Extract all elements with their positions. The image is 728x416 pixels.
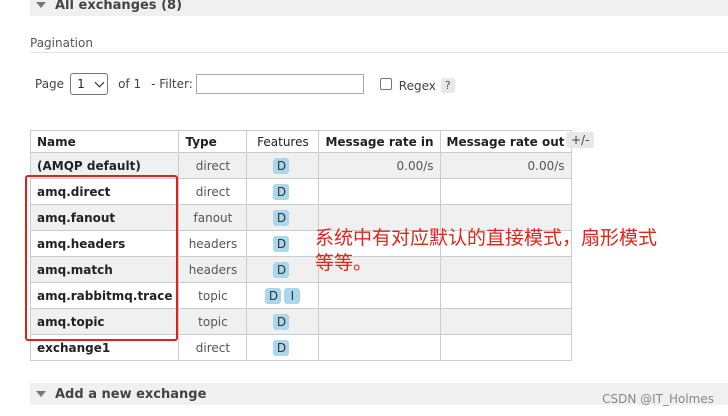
- rate-in: 0.00/s: [318, 152, 441, 179]
- exchange-features: D: [246, 230, 320, 257]
- column-header-features: Features: [246, 130, 320, 153]
- exchange-features: DI: [246, 282, 320, 309]
- exchange-features: D: [246, 308, 320, 335]
- exchange-type: direct: [178, 334, 248, 361]
- rate-in: [318, 308, 441, 335]
- pagination-controls: Page 1 of 1 - Filter: Regex ?: [35, 72, 455, 96]
- internal-badge: I: [284, 287, 301, 304]
- durable-badge: D: [273, 209, 290, 226]
- column-header-type[interactable]: Type: [178, 130, 248, 153]
- annotation-text: 系统中有对应默认的直接模式，扇形模式 等等。: [315, 226, 715, 276]
- all-exchanges-header[interactable]: All exchanges (8): [30, 0, 728, 16]
- column-header-rate-out[interactable]: Message rate out: [439, 130, 572, 153]
- durable-badge: D: [273, 313, 290, 330]
- rate-in: [318, 282, 441, 309]
- exchange-type: headers: [178, 230, 248, 257]
- rate-in: [318, 334, 441, 361]
- exchange-type: direct: [178, 152, 248, 179]
- exchange-type: topic: [178, 308, 248, 335]
- exchange-features: D: [246, 256, 320, 283]
- pagination-divider: [30, 52, 728, 53]
- rate-out: [439, 282, 572, 309]
- column-header-name[interactable]: Name: [29, 130, 180, 153]
- collapse-triangle-icon: [36, 2, 46, 8]
- highlight-box: [25, 175, 178, 341]
- durable-badge: D: [273, 235, 290, 252]
- exchange-type: fanout: [178, 204, 248, 231]
- exchange-features: D: [246, 178, 320, 205]
- filter-label: - Filter:: [151, 77, 193, 91]
- pagination-label: Pagination: [30, 36, 93, 50]
- annotation-line-1: 系统中有对应默认的直接模式，扇形模式: [315, 227, 658, 249]
- durable-badge: D: [273, 261, 290, 278]
- regex-checkbox[interactable]: [379, 78, 392, 90]
- rate-out: 0.00/s: [439, 152, 572, 179]
- rate-out: [439, 334, 572, 361]
- watermark: CSDN @IT_Holmes: [602, 392, 714, 406]
- page-select[interactable]: 1: [70, 73, 109, 95]
- durable-badge: D: [273, 339, 290, 356]
- expand-triangle-icon: [36, 391, 46, 397]
- rate-out: [439, 178, 572, 205]
- page-label: Page: [35, 77, 65, 91]
- chevron-down-icon: [94, 77, 105, 87]
- page-count-label: of 1: [118, 77, 142, 91]
- regex-label: Regex: [398, 78, 436, 93]
- exchange-features: D: [246, 152, 320, 179]
- all-exchanges-title: All exchanges (8): [55, 0, 183, 13]
- regex-help-button[interactable]: ?: [440, 78, 455, 93]
- rate-in: [318, 178, 441, 205]
- page-select-value: 1: [77, 77, 85, 91]
- table-header-row: Name Type Features Message rate in Messa…: [29, 130, 572, 153]
- exchange-type: direct: [178, 178, 248, 205]
- column-header-rate-in[interactable]: Message rate in: [318, 130, 441, 153]
- durable-badge: D: [265, 287, 282, 304]
- durable-badge: D: [273, 183, 290, 200]
- exchange-type: headers: [178, 256, 248, 283]
- rate-out: [439, 308, 572, 335]
- add-exchange-title: Add a new exchange: [55, 386, 207, 402]
- toggle-columns-button[interactable]: +/-: [566, 132, 595, 148]
- annotation-line-2: 等等。: [315, 252, 373, 274]
- durable-badge: D: [273, 157, 290, 174]
- exchange-features: D: [246, 204, 320, 231]
- exchange-features: D: [246, 334, 320, 361]
- exchange-type: topic: [178, 282, 248, 309]
- filter-input[interactable]: [195, 74, 364, 94]
